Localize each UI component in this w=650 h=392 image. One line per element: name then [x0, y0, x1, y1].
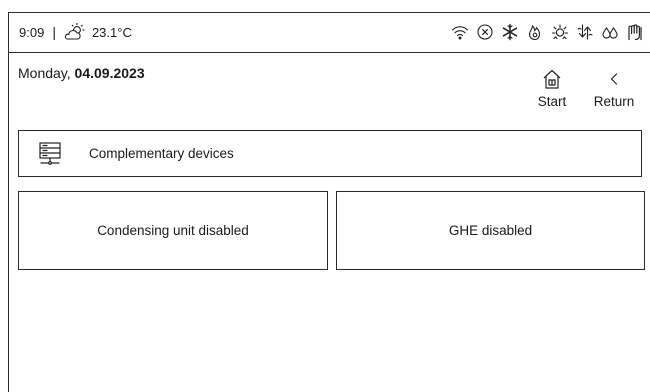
- status-separator: |: [52, 24, 56, 40]
- return-button[interactable]: Return: [586, 68, 642, 116]
- status-left: 9:09 | 23.1°C: [8, 22, 132, 42]
- ghe-status: GHE disabled: [448, 223, 533, 238]
- section-header: Complementary devices: [18, 130, 642, 177]
- weekday: Monday,: [18, 65, 75, 81]
- outdoor-temperature: 23.1°C: [91, 24, 132, 40]
- partly-cloudy-icon: [64, 22, 86, 42]
- devices-icon: [37, 141, 63, 167]
- status-bar: 9:09 | 23.1°C: [8, 12, 650, 53]
- air-flow-icon: [576, 23, 594, 41]
- flame-icon: [526, 23, 544, 41]
- home-icon: [542, 68, 562, 90]
- wifi-icon: [451, 23, 469, 41]
- start-button[interactable]: Start: [528, 68, 576, 116]
- status-icons: [451, 23, 644, 41]
- clock: 9:09: [19, 24, 45, 40]
- ghe-tile[interactable]: GHE disabled: [336, 191, 645, 270]
- chevron-left-icon: [604, 68, 624, 90]
- hand-control-icon: [626, 23, 644, 41]
- snowflake-icon: [501, 23, 519, 41]
- current-date: Monday, 04.09.2023: [18, 65, 145, 81]
- humidity-icon: [601, 23, 619, 41]
- condensing-unit-tile[interactable]: Condensing unit disabled: [18, 191, 328, 270]
- start-label: Start: [537, 94, 567, 109]
- heat-exchanger-icon: [551, 23, 569, 41]
- date-value: 04.09.2023: [74, 65, 145, 81]
- condensing-unit-status: Condensing unit disabled: [97, 223, 249, 238]
- section-title: Complementary devices: [89, 146, 234, 161]
- cancel-circle-icon: [476, 23, 494, 41]
- return-label: Return: [593, 94, 635, 109]
